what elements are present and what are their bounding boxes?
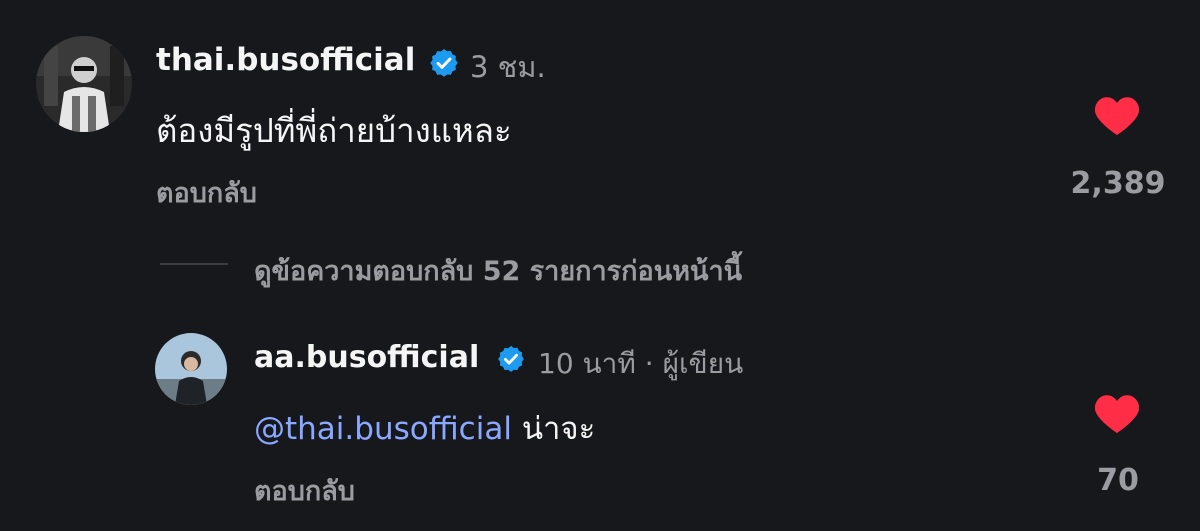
replier-username[interactable]: aa.busofficial	[254, 340, 479, 375]
replier-avatar[interactable]	[155, 333, 227, 405]
verified-badge-icon	[430, 49, 458, 77]
reply-like-heart-icon[interactable]	[1094, 392, 1140, 434]
view-previous-replies-button[interactable]: ดูข้อความตอบกลับ 52 รายการก่อนหน้านี้	[254, 249, 742, 292]
reply-like-count: 70	[1097, 463, 1139, 498]
profile-photo-icon	[36, 36, 132, 132]
commenter-username[interactable]: thai.busofficial	[156, 42, 415, 78]
view-replies-divider	[160, 263, 228, 265]
comment-timestamp: 3 ชม.	[470, 50, 546, 84]
comment-text: ต้องมีรูปที่พี่ถ่ายบ้างแหละ	[156, 111, 512, 150]
comment-reply-button[interactable]: ตอบกลับ	[156, 171, 257, 214]
reply-message: น่าจะ	[521, 411, 596, 447]
verified-badge-icon	[498, 345, 524, 372]
comment-thread: thai.busofficial 3 ชม. ต้องมีรูปที่พี่ถ่…	[0, 0, 1200, 531]
reply-timestamp: 10 นาที	[538, 347, 636, 380]
profile-photo-icon	[155, 333, 227, 405]
meta-separator: ·	[644, 347, 654, 380]
commenter-avatar[interactable]	[36, 36, 132, 132]
author-tag: ผู้เขียน	[662, 347, 744, 380]
reply-mention-link[interactable]: @thai.busofficial	[254, 411, 512, 447]
comment-like-count: 2,389	[1070, 166, 1166, 201]
reply-meta: 10 นาที · ผู้เขียน	[538, 342, 743, 386]
comment-like-heart-icon[interactable]	[1094, 94, 1140, 136]
reply-reply-button[interactable]: ตอบกลับ	[254, 469, 355, 512]
reply-text: @thai.busofficial น่าจะ	[254, 403, 595, 453]
